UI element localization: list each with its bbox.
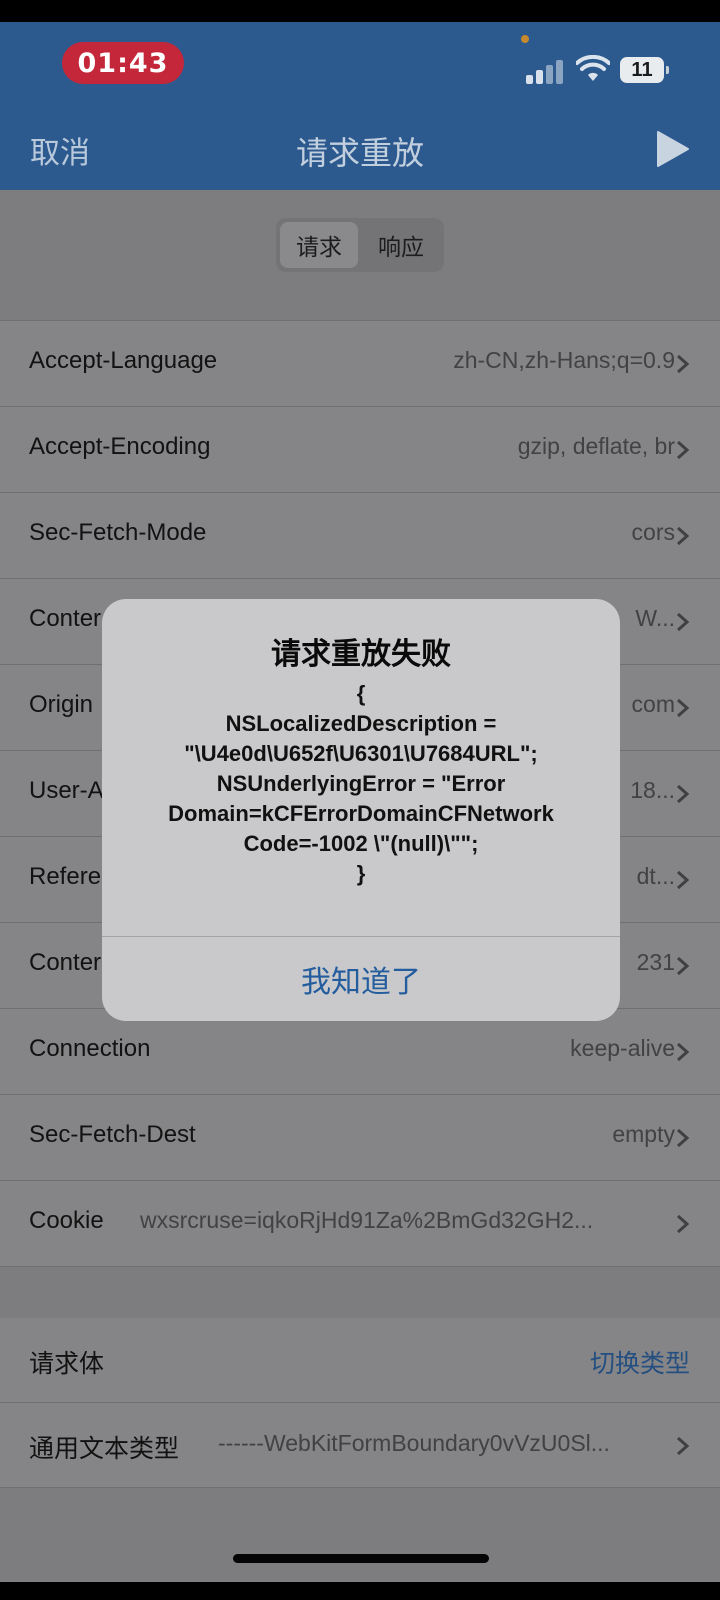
alert-title: 请求重放失败 <box>271 638 451 671</box>
cellular-signal-icon <box>526 58 563 84</box>
screen: 01:43 11 取消 请求重放 请求 响应 Accept-Language z… <box>0 22 720 1582</box>
request-body-type-row[interactable]: 通用文本类型 ------WebKitFormBoundary0vVzU0Sl.… <box>0 1402 720 1488</box>
header-row[interactable]: Accept-Language zh-CN,zh-Hans;q=0.9 <box>0 320 720 406</box>
chevron-right-icon <box>677 784 690 804</box>
alert-ok-button[interactable]: 我知道了 <box>102 937 620 1021</box>
header-key: Conter <box>29 605 102 632</box>
header-value: zh-CN,zh-Hans;q=0.9 <box>453 347 675 373</box>
request-response-segmented-control: 请求 响应 <box>276 218 444 272</box>
chevron-right-icon <box>677 612 690 632</box>
status-time[interactable]: 01:43 <box>62 42 184 84</box>
chevron-right-icon <box>677 870 690 890</box>
tab-response[interactable]: 响应 <box>362 222 440 268</box>
chevron-right-icon <box>677 354 690 374</box>
play-icon[interactable] <box>656 130 690 168</box>
header-key: Sec-Fetch-Mode <box>29 519 207 546</box>
header-key: Accept-Language <box>29 347 218 374</box>
request-body-label: 请求体 <box>29 1350 105 1378</box>
page-title: 请求重放 <box>295 135 424 171</box>
nav-header: 01:43 11 取消 请求重放 <box>0 22 720 190</box>
battery-icon: 11 <box>620 57 669 83</box>
chevron-right-icon <box>677 440 690 460</box>
request-body-header-row: 请求体 切换类型 <box>0 1318 720 1402</box>
chevron-right-icon <box>677 1436 690 1456</box>
alert-message-line: NSLocalizedDescription = <box>225 711 497 736</box>
tab-request[interactable]: 请求 <box>280 222 358 268</box>
chevron-right-icon <box>677 1214 690 1234</box>
chevron-right-icon <box>677 956 690 976</box>
header-row[interactable]: Sec-Fetch-Mode cors <box>0 492 720 578</box>
chevron-right-icon <box>677 698 690 718</box>
home-indicator[interactable] <box>233 1554 489 1563</box>
header-row-cookie[interactable]: Cookie wxsrcruse=iqkoRjHd91Za%2BmGd32GH2… <box>0 1180 720 1267</box>
header-value: 231 <box>636 949 675 975</box>
header-value: keep-alive <box>570 1035 675 1061</box>
header-value: dt... <box>636 863 675 889</box>
header-value: W... <box>635 605 675 631</box>
header-key: Cookie <box>29 1207 104 1234</box>
request-body-section: 请求体 切换类型 通用文本类型 ------WebKitFormBoundary… <box>0 1318 720 1488</box>
body-type-label: 通用文本类型 <box>29 1435 180 1463</box>
alert-message-line: NSUnderlyingError = "Error <box>216 771 506 796</box>
alert-message-line: } <box>356 861 366 886</box>
header-key: Connection <box>29 1035 151 1062</box>
header-value: empty <box>612 1121 675 1147</box>
header-value: wxsrcruse=iqkoRjHd91Za%2BmGd32GH2... <box>140 1207 594 1233</box>
header-key: Accept-Encoding <box>29 433 211 460</box>
header-value: com <box>631 691 675 717</box>
header-value: gzip, deflate, br <box>517 433 675 459</box>
alert-message-line: { <box>356 681 366 706</box>
alert-message-line: "\U4e0d\U652f\U6301\U7684URL"; <box>184 741 538 766</box>
alert-message-line: Domain=kCFErrorDomainCFNetwork <box>168 801 554 826</box>
error-alert-dialog: 请求重放失败 { NSLocalizedDescription = "\U4e0… <box>102 599 620 1021</box>
body-type-value: ------WebKitFormBoundary0vVzU0Sl... <box>218 1430 610 1456</box>
chevron-right-icon <box>677 526 690 546</box>
header-key: User-A <box>29 777 104 804</box>
wifi-icon <box>576 55 610 81</box>
privacy-indicator-dot <box>521 35 529 43</box>
header-key: Origin <box>29 691 94 718</box>
switch-type-button[interactable]: 切换类型 <box>590 1344 690 1380</box>
header-key: Refere <box>29 863 102 890</box>
chevron-right-icon <box>677 1128 690 1148</box>
header-row[interactable]: Accept-Encoding gzip, deflate, br <box>0 406 720 492</box>
chevron-right-icon <box>677 1042 690 1062</box>
header-key: Sec-Fetch-Dest <box>29 1121 196 1148</box>
header-value: 18... <box>630 777 675 803</box>
header-value: cors <box>631 519 675 545</box>
alert-message-line: Code=-1002 \"(null)\""; <box>243 831 479 856</box>
header-row[interactable]: Sec-Fetch-Dest empty <box>0 1094 720 1180</box>
alert-message: { NSLocalizedDescription = "\U4e0d\U652f… <box>112 679 610 889</box>
header-key: Conter <box>29 949 102 976</box>
